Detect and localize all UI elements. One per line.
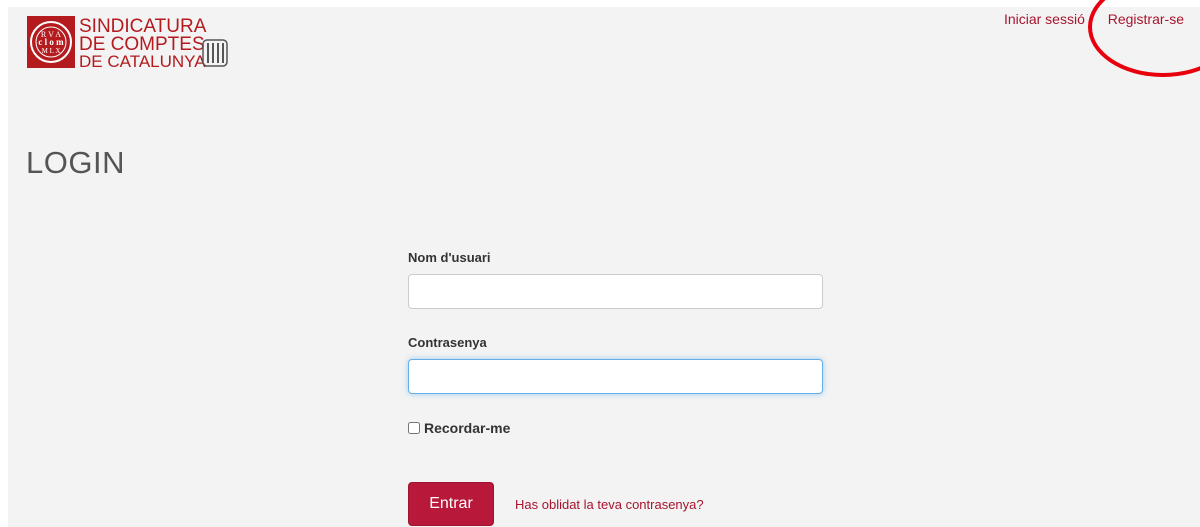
password-group: Contrasenya [408, 335, 823, 394]
submit-button[interactable]: Entrar [408, 482, 494, 526]
svg-text:c l o m: c l o m [38, 37, 64, 47]
username-group: Nom d'usuari [408, 250, 823, 309]
sindicatura-logo[interactable]: R V A c l o m M L X SINDICATURA DE COMPT… [27, 12, 247, 72]
remember-me-checkbox[interactable] [408, 422, 420, 434]
page-title: LOGIN [26, 145, 125, 180]
login-link[interactable]: Iniciar sessió [1004, 11, 1085, 27]
password-label: Contrasenya [408, 335, 487, 350]
logo-line-3: DE CATALUNYA [79, 52, 206, 71]
username-input[interactable] [408, 274, 823, 309]
remember-me[interactable]: Recordar-me [408, 420, 510, 436]
forgot-password-link[interactable]: Has oblidat la teva contrasenya? [515, 497, 704, 512]
page-background: R V A c l o m M L X SINDICATURA DE COMPT… [8, 0, 1200, 527]
form-actions: Entrar Has oblidat la teva contrasenya? [408, 482, 704, 526]
logo-graphic: R V A c l o m M L X SINDICATURA DE COMPT… [27, 16, 228, 71]
top-nav: Iniciar sessió Registrar-se [985, 11, 1184, 27]
svg-text:M L X: M L X [42, 47, 61, 55]
register-link[interactable]: Registrar-se [1108, 11, 1184, 27]
password-input[interactable] [408, 359, 823, 394]
remember-me-label: Recordar-me [424, 420, 511, 436]
username-label: Nom d'usuari [408, 250, 491, 265]
